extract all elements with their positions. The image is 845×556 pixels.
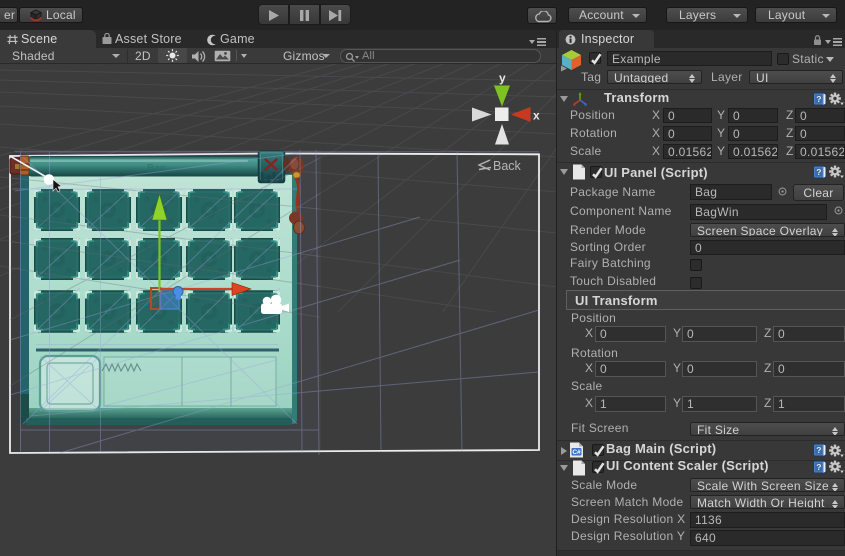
svg-text:C#: C#	[572, 449, 581, 456]
svg-text:x: x	[533, 109, 540, 123]
svg-text:Back: Back	[493, 159, 522, 173]
svg-text:y: y	[499, 71, 506, 85]
